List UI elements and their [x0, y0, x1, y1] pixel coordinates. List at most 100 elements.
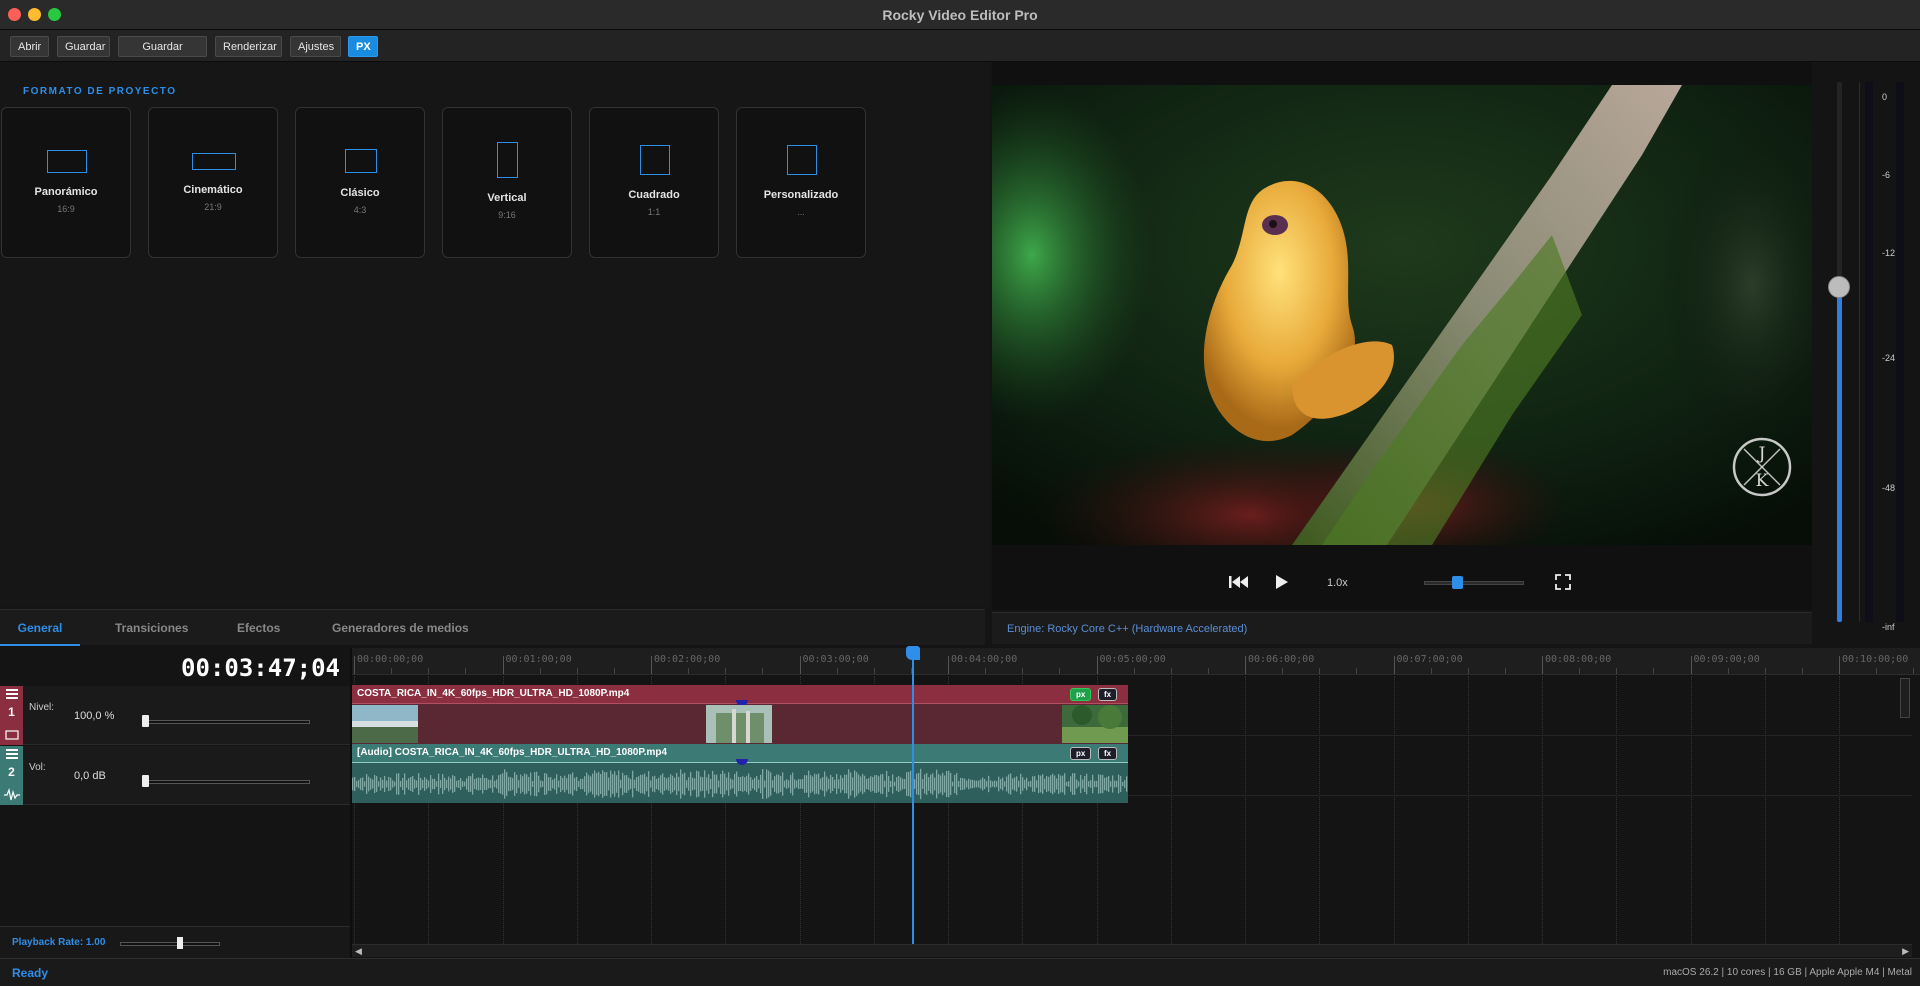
playback-rate-knob[interactable]: [177, 937, 183, 949]
waveform-bar: [836, 773, 838, 795]
waveform-bar: [498, 775, 500, 793]
render-button[interactable]: Renderizar: [215, 36, 282, 57]
playback-rate-slider[interactable]: [120, 942, 220, 946]
waveform-bar: [858, 774, 860, 794]
scroll-left-icon[interactable]: ◀: [355, 946, 362, 957]
waveform-bar: [688, 777, 690, 791]
volume-slider[interactable]: [144, 780, 310, 784]
waveform-bar: [598, 771, 600, 797]
ruler-minor-tick: [1579, 668, 1581, 674]
waveform-bar: [610, 770, 612, 798]
scrub-slider-knob[interactable]: [1452, 576, 1463, 589]
format-card-vertical[interactable]: Vertical 9:16: [442, 107, 572, 258]
format-card-panoramic[interactable]: Panorámico 16:9: [1, 107, 131, 258]
playhead[interactable]: [912, 648, 914, 945]
tab-general[interactable]: General: [0, 610, 80, 646]
waveform-bar: [608, 777, 610, 791]
waveform-bar: [642, 774, 644, 794]
waveform-bar: [930, 774, 932, 794]
waveform-bar: [1030, 780, 1032, 788]
waveform-bar: [1106, 777, 1108, 791]
waveform-bar: [368, 776, 370, 792]
save-button[interactable]: Guardar: [57, 36, 110, 57]
waveform-bar: [868, 778, 870, 790]
tab-media-generators[interactable]: Generadores de medios: [332, 610, 469, 646]
settings-button[interactable]: Ajustes: [290, 36, 341, 57]
waveform-bar: [866, 778, 868, 790]
waveform-bar: [626, 775, 628, 793]
waveform-bar: [714, 774, 716, 794]
menu-icon[interactable]: [6, 749, 18, 759]
waveform-bar: [1078, 781, 1080, 787]
vertical-scrollbar[interactable]: [1900, 678, 1910, 718]
waveform-bar: [846, 774, 848, 794]
timeline-tracks[interactable]: COSTA_RICA_IN_4K_60fps_HDR_ULTRA_HD_1080…: [352, 676, 1912, 944]
level-slider[interactable]: [144, 720, 310, 724]
scroll-right-icon[interactable]: ▶: [1902, 946, 1909, 957]
waveform-bar: [428, 780, 430, 788]
speed-label[interactable]: 1.0x: [1327, 577, 1348, 589]
keyframe-marker[interactable]: [736, 759, 748, 765]
tab-transitions[interactable]: Transiciones: [115, 610, 188, 646]
waveform-bar: [572, 772, 574, 796]
px-badge[interactable]: px: [1070, 688, 1092, 701]
grid-line: [1839, 676, 1840, 944]
waveform-bar: [492, 775, 494, 793]
waveform-bar: [448, 776, 450, 792]
ruler-minor-tick: [1319, 668, 1321, 674]
waveform-bar: [1050, 775, 1052, 793]
master-volume-knob[interactable]: [1828, 276, 1850, 299]
waveform-bar: [478, 777, 480, 791]
waveform-bar: [954, 774, 956, 794]
waveform-bar: [476, 778, 478, 790]
px-badge[interactable]: px: [1070, 747, 1092, 760]
open-button[interactable]: Abrir: [10, 36, 49, 57]
waveform-bar: [1120, 775, 1122, 793]
px-button[interactable]: PX: [348, 36, 378, 57]
waveform-bar: [838, 779, 840, 789]
tab-effects[interactable]: Efectos: [237, 610, 280, 646]
waveform-bar: [558, 780, 560, 788]
ruler-minor-tick: [985, 668, 987, 674]
waveform-bar: [1086, 773, 1088, 795]
waveform-bar: [618, 770, 620, 798]
format-card-cinematic[interactable]: Cinemático 21:9: [148, 107, 278, 258]
format-card-classic[interactable]: Clásico 4:3: [295, 107, 425, 258]
waveform-bar: [934, 777, 936, 791]
level-slider-knob[interactable]: [142, 715, 149, 727]
timeline-ruler[interactable]: 00:00:00;00 00:01:00;00 00:02:00;00 00:03:0…: [352, 648, 1920, 675]
waveform-bar: [746, 775, 748, 793]
waveform-bar: [388, 776, 390, 792]
waveform-bar: [600, 774, 602, 794]
waveform-bar: [554, 778, 556, 790]
ruler-label: 00:04:00;00: [951, 654, 1018, 665]
waveform-bar: [612, 774, 614, 794]
waveform-bar: [702, 777, 704, 791]
waveform-bar: [974, 780, 976, 788]
format-ratio: 4:3: [353, 205, 367, 215]
fx-badge[interactable]: fx: [1098, 747, 1118, 760]
waveform-bar: [630, 779, 632, 789]
waveform-bar: [820, 778, 822, 790]
waveform-bar: [444, 777, 446, 791]
waveform-bar: [1082, 779, 1084, 789]
section-title: FORMATO DE PROYECTO: [23, 86, 177, 97]
video-clip[interactable]: COSTA_RICA_IN_4K_60fps_HDR_ULTRA_HD_1080…: [352, 685, 1128, 744]
classic-icon: [345, 149, 377, 173]
fx-badge[interactable]: fx: [1098, 688, 1118, 701]
waveform-bar: [418, 773, 420, 795]
waveform-bar: [816, 774, 818, 794]
audio-clip[interactable]: [Audio] COSTA_RICA_IN_4K_60fps_HDR_ULTRA…: [352, 744, 1128, 803]
save-as-button[interactable]: Guardar como...: [118, 36, 207, 73]
waveform-bar: [708, 774, 710, 794]
play-icon[interactable]: [1275, 574, 1289, 590]
menu-icon[interactable]: [6, 689, 18, 699]
fullscreen-icon[interactable]: [1555, 574, 1571, 590]
horizontal-scrollbar[interactable]: ◀ ▶: [352, 944, 1912, 957]
scrub-slider[interactable]: [1424, 581, 1524, 585]
volume-slider-knob[interactable]: [142, 775, 149, 787]
playhead-handle[interactable]: [906, 646, 920, 660]
format-card-custom[interactable]: Personalizado ...: [736, 107, 866, 258]
skip-back-icon[interactable]: [1229, 575, 1249, 589]
format-card-square[interactable]: Cuadrado 1:1: [589, 107, 719, 258]
